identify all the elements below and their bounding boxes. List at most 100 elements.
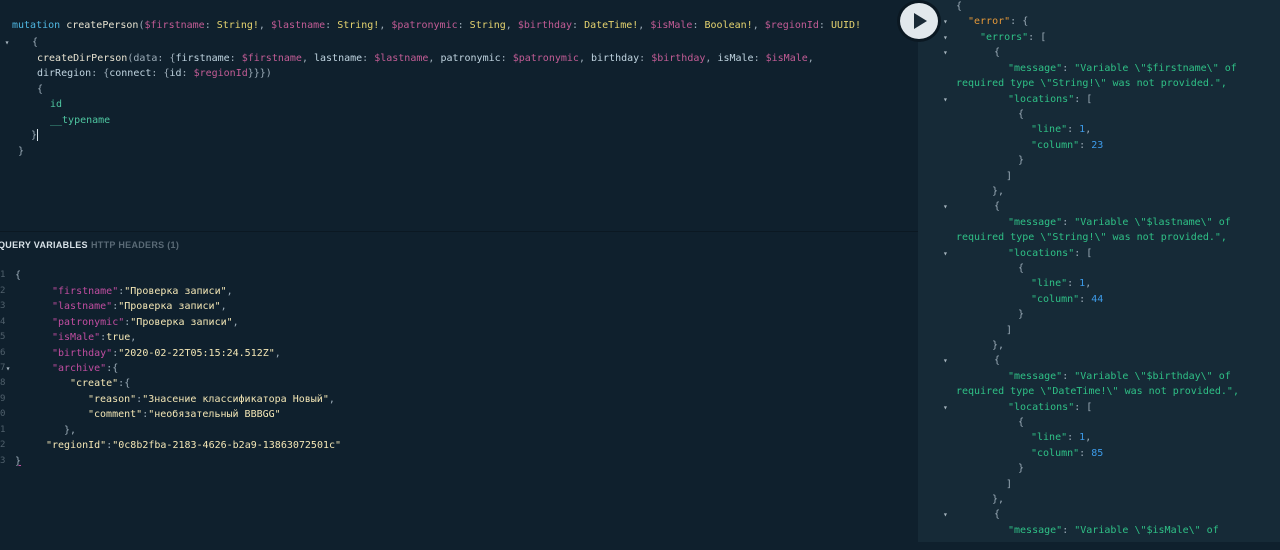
param-type: String! bbox=[216, 20, 259, 31]
fold-arrow-icon[interactable]: ▾ bbox=[2, 35, 12, 50]
query-editor[interactable]: mutation createPerson($firstname: String… bbox=[0, 0, 918, 231]
result-line: "locations": [ bbox=[1008, 248, 1093, 259]
line-number: 1 bbox=[0, 270, 6, 280]
result-line: }, bbox=[992, 494, 1005, 505]
result-line: "locations": [ bbox=[1008, 94, 1093, 105]
result-pane: { ▾ "error": { ▾ "errors": [ ▾ { "messag… bbox=[918, 0, 1280, 542]
run-query-button[interactable] bbox=[897, 0, 941, 42]
vars-line-firstname: "firstname":"Проверка записи", bbox=[52, 286, 233, 297]
result-line: { bbox=[994, 201, 1001, 212]
json-key: "column" bbox=[1031, 140, 1080, 151]
fold-arrow-icon[interactable]: ▾ bbox=[943, 353, 953, 368]
vars-line-close-create: }, bbox=[64, 425, 77, 436]
json-key: "message" bbox=[1008, 63, 1063, 74]
query-line-8: } bbox=[31, 129, 39, 141]
arg-var: $patronymic bbox=[512, 53, 579, 64]
json-value: "Проверка записи" bbox=[130, 317, 233, 328]
json-key: "lastname" bbox=[52, 301, 113, 312]
json-key: "archive" bbox=[52, 363, 107, 374]
result-line: ] bbox=[1006, 325, 1013, 336]
line-number: 2 bbox=[0, 440, 6, 450]
arg-var: $birthday bbox=[651, 53, 706, 64]
query-line-4: dirRegion: {connect: {id: $regionId}}}) bbox=[37, 68, 272, 79]
result-line: ] bbox=[1006, 479, 1013, 490]
vars-line-archive: "archive":{ bbox=[52, 363, 119, 374]
param-var: $patronymic bbox=[391, 20, 458, 31]
result-line: "message": "Variable \"$lastname\" of bbox=[1008, 217, 1231, 228]
fold-arrow-icon[interactable]: ▾ bbox=[943, 507, 953, 522]
arg-field: firstname bbox=[175, 53, 230, 64]
json-key: "locations" bbox=[1008, 248, 1075, 259]
mutation-keyword: mutation bbox=[12, 20, 61, 31]
result-line: { bbox=[1018, 263, 1025, 274]
bottom-strip bbox=[918, 542, 1280, 550]
result-line: "line": 1, bbox=[1031, 432, 1092, 443]
json-number: 44 bbox=[1091, 294, 1104, 305]
line-number: 3 bbox=[0, 301, 6, 311]
json-number: 23 bbox=[1091, 140, 1104, 151]
result-line: } bbox=[1018, 309, 1025, 320]
result-line: }, bbox=[992, 186, 1005, 197]
result-line: "errors": [ bbox=[980, 32, 1047, 43]
arg-var: $firstname bbox=[241, 53, 302, 64]
result-line: { bbox=[994, 509, 1001, 520]
line-number: 5 bbox=[0, 332, 6, 342]
fold-arrow-icon[interactable]: ▾ bbox=[943, 246, 953, 261]
vars-line-patronymic: "patronymic":"Проверка записи", bbox=[52, 317, 239, 328]
json-key: "comment" bbox=[88, 409, 143, 420]
mutation-call: createDirPerson bbox=[37, 53, 128, 64]
line-number: 1 bbox=[0, 425, 6, 435]
param-type: DateTime! bbox=[584, 20, 639, 31]
vars-line-1: { bbox=[15, 270, 22, 281]
param-var: $lastname bbox=[270, 20, 326, 31]
result-line: { bbox=[1018, 417, 1025, 428]
fold-arrow-icon[interactable]: ▾ bbox=[3, 361, 13, 376]
json-key: "column" bbox=[1031, 294, 1080, 305]
result-line: "locations": [ bbox=[1008, 402, 1093, 413]
result-line: { bbox=[994, 355, 1001, 366]
vars-line-ismale: "isMale":true, bbox=[52, 332, 137, 343]
arg-var: $isMale bbox=[765, 53, 808, 64]
json-key: "message" bbox=[1008, 525, 1063, 536]
selection-id: id bbox=[50, 99, 63, 110]
tab-http-headers[interactable]: HTTP HEADERS (1) bbox=[91, 240, 179, 250]
result-line: }, bbox=[992, 340, 1005, 351]
text-cursor bbox=[37, 129, 39, 141]
result-line: "line": 1, bbox=[1031, 124, 1092, 135]
json-key: "line" bbox=[1031, 432, 1068, 443]
param-var: $isMale bbox=[650, 20, 693, 31]
query-line-7: __typename bbox=[50, 113, 110, 128]
query-line-5: { bbox=[37, 84, 44, 95]
id-field: id bbox=[169, 68, 182, 79]
variables-editor[interactable]: 1 2 3 4 5 6 7 ▾ 8 9 0 1 2 3 { "firstname… bbox=[0, 258, 918, 550]
json-key: "locations" bbox=[1008, 402, 1075, 413]
json-key: "create" bbox=[70, 378, 119, 389]
result-line: "column": 23 bbox=[1031, 140, 1104, 151]
result-line: "column": 85 bbox=[1031, 448, 1104, 459]
line-number: 8 bbox=[0, 378, 6, 388]
fold-arrow-icon[interactable]: ▾ bbox=[943, 199, 953, 214]
json-key: "regionId" bbox=[46, 440, 107, 451]
result-line: "message": "Variable \"$birthday\" of bbox=[1008, 371, 1231, 382]
result-line: { bbox=[994, 47, 1001, 58]
json-key: "message" bbox=[1008, 371, 1063, 382]
arg-field: patronymic bbox=[440, 53, 501, 64]
vars-line-comment: "comment":"необязательный BBBGG" bbox=[88, 409, 281, 420]
fold-arrow-icon[interactable]: ▾ bbox=[943, 92, 953, 107]
tab-query-variables[interactable]: QUERY VARIABLES bbox=[0, 240, 88, 250]
line-number: 9 bbox=[0, 394, 6, 404]
line-number: 0 bbox=[0, 409, 6, 419]
error-message: "Variable \"$birthday\" of bbox=[1074, 371, 1231, 382]
arg-field: isMale bbox=[717, 53, 754, 64]
fold-arrow-icon[interactable]: ▾ bbox=[943, 45, 953, 60]
open-brace: { bbox=[32, 37, 39, 48]
json-value: "необязательный BBBGG" bbox=[148, 409, 281, 420]
json-value: "Проверка записи" bbox=[118, 301, 221, 312]
query-line-9: } bbox=[18, 146, 25, 157]
query-line-3: createDirPerson(data: {firstname: $first… bbox=[37, 53, 814, 64]
json-value: "2020-02-22T05:15:24.512Z" bbox=[118, 348, 275, 359]
fold-arrow-icon[interactable]: ▾ bbox=[943, 14, 953, 29]
fold-arrow-icon[interactable]: ▾ bbox=[943, 30, 953, 45]
fold-arrow-icon[interactable]: ▾ bbox=[943, 400, 953, 415]
param-type: String! bbox=[337, 20, 380, 31]
